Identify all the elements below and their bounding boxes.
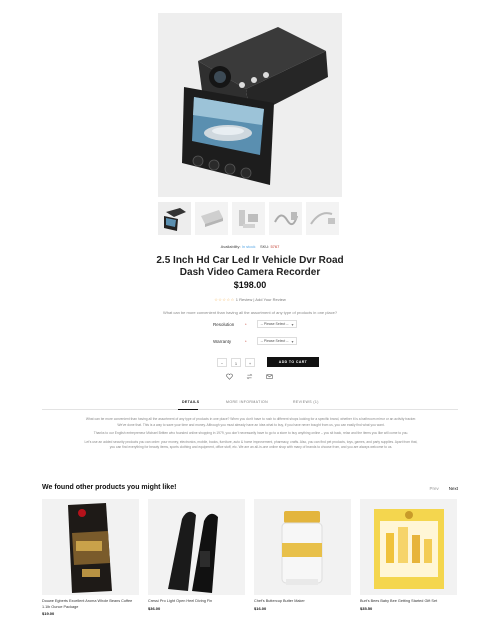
availability-line: Availability: In stock SKU: 5767: [0, 244, 500, 249]
mount-thumb-icon: [201, 210, 223, 227]
select-value: -- Please Select --: [260, 322, 289, 326]
product-tabs: DETAILS MORE INFORMATION REVIEWS (1): [42, 398, 458, 410]
option-label: Resolution: [213, 321, 235, 327]
butter-maker-image: [281, 511, 323, 585]
product-card[interactable]: Burt's Bees Baby Bee Getting Started Gif…: [360, 499, 457, 611]
email-icon[interactable]: [266, 373, 273, 380]
charger-thumb-icon: [310, 212, 335, 225]
product-card[interactable]: Douwe Egberts Excellent Aroma Whole Bean…: [42, 499, 139, 616]
tab-reviews[interactable]: REVIEWS (1): [293, 400, 319, 404]
recommendations-nav: Prev Next: [429, 486, 458, 491]
qty-plus-button[interactable]: +: [245, 357, 255, 367]
product-card[interactable]: Chef's Buttercup Butter Maker $16.00: [254, 499, 351, 611]
diving-fins-image: [168, 511, 218, 593]
add-review-link[interactable]: Add Your Review: [255, 297, 285, 302]
product-card-image[interactable]: [148, 499, 245, 595]
bracket-thumb-icon: [239, 210, 258, 228]
thumbnail-2[interactable]: [195, 202, 228, 235]
gift-set-image: [374, 509, 444, 589]
resolution-select[interactable]: -- Please Select -- ▾: [256, 320, 297, 328]
product-price: $198.00: [233, 280, 267, 290]
wishlist-heart-icon[interactable]: [226, 373, 233, 380]
product-card-image[interactable]: [42, 499, 139, 595]
tab-details[interactable]: DETAILS: [182, 400, 200, 404]
active-tab-indicator: [178, 408, 198, 410]
dash-camera-image: [182, 27, 328, 185]
required-asterisk: *: [245, 321, 247, 327]
product-card-name[interactable]: Cressi Pro Light Open Heel Diving Fin: [148, 599, 245, 605]
qty-minus-button[interactable]: −: [217, 357, 227, 367]
warranty-select[interactable]: -- Please Select -- ▾: [256, 337, 297, 345]
product-card-name[interactable]: Douwe Egberts Excellent Aroma Whole Bean…: [42, 599, 139, 610]
product-card-image[interactable]: [360, 499, 457, 595]
prev-button[interactable]: Prev: [429, 486, 438, 491]
thumbnail-3[interactable]: [232, 202, 265, 235]
product-card-price: $35.50: [360, 605, 373, 611]
qty-input[interactable]: 1: [231, 357, 241, 367]
coffee-package-image: [68, 503, 112, 593]
action-icons: [226, 373, 273, 380]
chevron-down-icon: ▾: [291, 322, 294, 327]
tab-more-information[interactable]: MORE INFORMATION: [226, 400, 268, 404]
availability-label: Availability:: [220, 244, 241, 249]
cable-thumb-icon: [274, 212, 298, 226]
details-paragraph: Thanks to our English entrepreneur Micha…: [93, 431, 409, 435]
required-asterisk: *: [245, 338, 247, 344]
reviews-count-link[interactable]: 1 Review: [236, 297, 252, 302]
compare-icon[interactable]: [246, 373, 253, 380]
star-rating-icon: ☆☆☆☆☆: [214, 297, 235, 302]
thumbnail-1[interactable]: [158, 202, 191, 235]
option-label: Warranty: [213, 338, 232, 344]
product-card-image[interactable]: [254, 499, 351, 595]
camera-thumb-icon: [164, 208, 186, 231]
option-warranty: Warranty * -- Please Select -- ▾: [213, 336, 333, 346]
thumbnail-5[interactable]: [306, 202, 339, 235]
short-description: What can be more convenient than having …: [162, 310, 338, 315]
product-card-name[interactable]: Chef's Buttercup Butter Maker: [254, 599, 351, 605]
quantity-row: − 1 + ADD TO CART: [217, 357, 319, 367]
chevron-down-icon: ▾: [291, 339, 294, 344]
recommendations-title: We found other products you might like!: [42, 484, 177, 491]
details-content: What can be more convenient than having …: [84, 417, 418, 454]
thumbnail-4[interactable]: [269, 202, 302, 235]
availability-value: In stock: [241, 244, 256, 249]
product-card-name[interactable]: Burt's Bees Baby Bee Getting Started Gif…: [360, 599, 457, 605]
sku-value: 5767: [270, 244, 280, 249]
select-value: -- Please Select --: [260, 339, 289, 343]
product-card-price: $16.00: [254, 605, 267, 611]
product-main-image[interactable]: [158, 13, 342, 197]
next-button[interactable]: Next: [449, 486, 458, 491]
details-paragraph: What can be more convenient than having …: [85, 417, 417, 427]
thumbnail-strip: [158, 202, 342, 236]
product-title: 2.5 Inch Hd Car Led Ir Vehicle Dvr Road …: [156, 255, 344, 278]
product-card-price: $19.00: [42, 611, 55, 616]
sku-label: SKU:: [259, 244, 270, 249]
details-paragraph: Let's use an added security products you…: [84, 439, 418, 450]
add-to-cart-button[interactable]: ADD TO CART: [267, 357, 319, 367]
rating-line: ☆☆☆☆☆ 1 Review | Add Your Review: [0, 297, 500, 302]
product-card-price: $36.00: [148, 605, 161, 611]
product-card[interactable]: Cressi Pro Light Open Heel Diving Fin $3…: [148, 499, 245, 611]
option-resolution: Resolution * -- Please Select -- ▾: [213, 319, 333, 329]
